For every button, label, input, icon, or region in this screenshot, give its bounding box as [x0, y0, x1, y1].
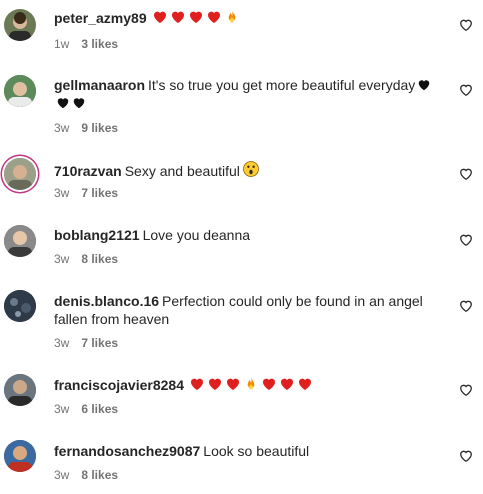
comment-meta: 1w 3 likes [54, 37, 118, 51]
fire-icon [243, 376, 259, 392]
comment-username[interactable]: fernandosanchez9087 [54, 443, 200, 459]
comment-likes[interactable]: 7 likes [81, 186, 118, 200]
avatar[interactable] [4, 158, 36, 190]
avatar[interactable] [4, 75, 36, 107]
like-heart-icon[interactable] [459, 299, 473, 313]
red-heart-icon [225, 376, 241, 392]
comment-text: Sexy and beautiful [124, 163, 240, 179]
comment-likes[interactable]: 3 likes [81, 37, 118, 51]
comment-time[interactable]: 3w [54, 336, 69, 350]
red-heart-icon [297, 376, 313, 392]
comment-emojis [150, 10, 240, 26]
avatar[interactable] [4, 290, 36, 322]
like-heart-icon[interactable] [459, 383, 473, 397]
red-heart-icon [152, 9, 168, 25]
like-heart-icon[interactable] [459, 18, 473, 32]
comment-username[interactable]: franciscojavier8284 [54, 377, 184, 393]
red-heart-icon [261, 376, 277, 392]
comment-emojis [240, 160, 260, 179]
comment-text: Look so beautiful [203, 443, 310, 459]
comment-time[interactable]: 3w [54, 468, 69, 482]
comment-username[interactable]: boblang2121 [54, 227, 140, 243]
red-heart-icon [189, 376, 205, 392]
comment-likes[interactable]: 7 likes [81, 336, 118, 350]
comment-username[interactable]: denis.blanco.16 [54, 293, 159, 309]
red-heart-icon [170, 9, 186, 25]
comment-time[interactable]: 3w [54, 186, 69, 200]
comment-likes[interactable]: 8 likes [81, 252, 118, 266]
comment-meta: 3w 8 likes [54, 468, 118, 482]
black-heart-icon [417, 78, 431, 92]
black-heart-icon [56, 96, 70, 110]
like-heart-icon[interactable] [459, 449, 473, 463]
like-heart-icon[interactable] [459, 167, 473, 181]
red-heart-icon [279, 376, 295, 392]
red-heart-icon [188, 9, 204, 25]
comment-time[interactable]: 1w [54, 37, 69, 51]
comment-likes[interactable]: 9 likes [81, 121, 118, 135]
comment-meta: 3w 6 likes [54, 402, 118, 416]
comment-likes[interactable]: 6 likes [81, 402, 118, 416]
comment-text: It's so true you get more beautiful ever… [148, 77, 416, 93]
fire-icon [224, 9, 240, 25]
avatar[interactable] [4, 9, 36, 41]
avatar[interactable] [4, 225, 36, 257]
black-heart-icon [72, 96, 86, 110]
comment-username[interactable]: 710razvan [54, 163, 122, 179]
astonished-face-icon [242, 160, 260, 178]
comment-time[interactable]: 3w [54, 402, 69, 416]
comment-username[interactable]: gellmanaaron [54, 77, 145, 93]
comment-emojis [187, 377, 313, 393]
comment-meta: 3w 7 likes [54, 336, 118, 350]
comment-meta: 3w 8 likes [54, 252, 118, 266]
like-heart-icon[interactable] [459, 83, 473, 97]
comment-text: Love you deanna [142, 227, 251, 243]
comment-time[interactable]: 3w [54, 252, 69, 266]
like-heart-icon[interactable] [459, 233, 473, 247]
red-heart-icon [206, 9, 222, 25]
comment-username[interactable]: peter_azmy89 [54, 10, 147, 26]
comment-likes[interactable]: 8 likes [81, 468, 118, 482]
avatar[interactable] [4, 374, 36, 406]
comment-meta: 3w 9 likes [54, 121, 118, 135]
comment-time[interactable]: 3w [54, 121, 69, 135]
comment-meta: 3w 7 likes [54, 186, 118, 200]
red-heart-icon [207, 376, 223, 392]
avatar[interactable] [4, 440, 36, 472]
